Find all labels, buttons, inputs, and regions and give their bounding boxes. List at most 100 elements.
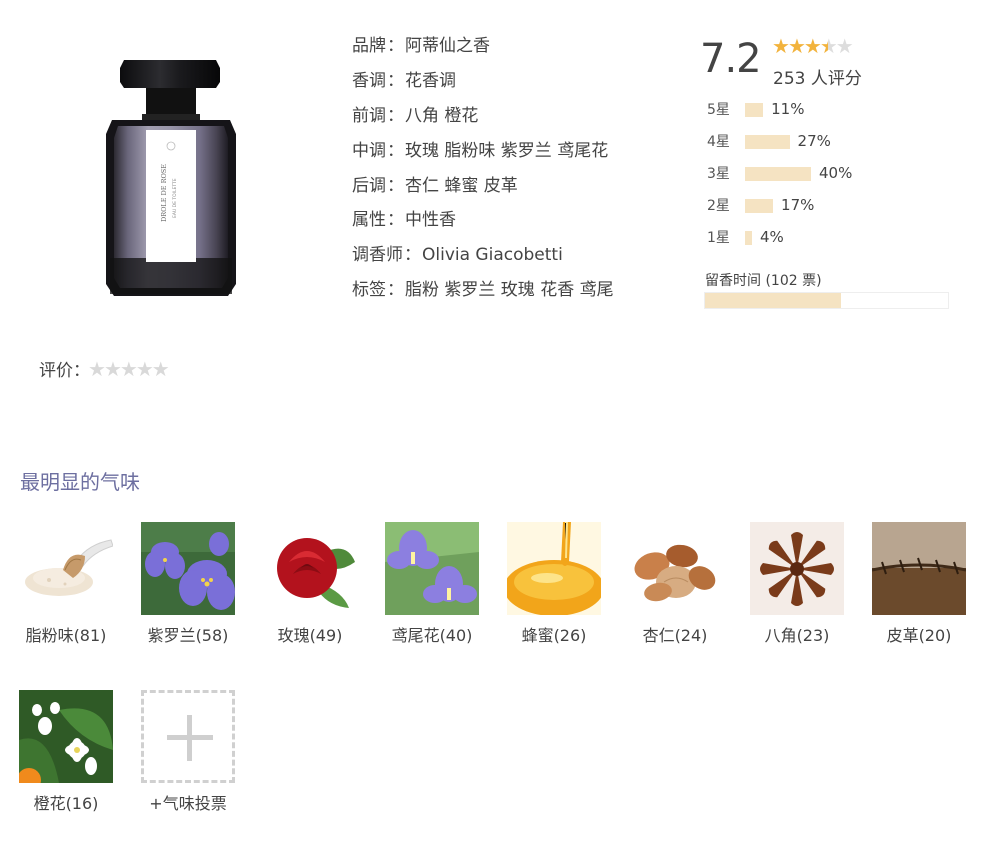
info-row: 品牌：阿蒂仙之香 <box>352 33 614 68</box>
smell-label[interactable]: 玫瑰(49) <box>253 622 367 646</box>
info-key: 香调 <box>352 70 386 91</box>
smell-tile[interactable]: 紫罗兰(58) <box>141 522 235 646</box>
svg-text:DROLE DE ROSE: DROLE DE ROSE <box>160 164 168 222</box>
rating-stars: ★★★★★ <box>772 34 854 58</box>
distribution-row: 5星 11% <box>707 99 947 131</box>
distribution-label: 5星 <box>707 102 730 118</box>
info-value[interactable]: 脂粉 紫罗兰 玫瑰 花香 鸢尾 <box>405 280 614 300</box>
smell-label[interactable]: 杏仁(24) <box>618 622 732 646</box>
longevity-label: 留香时间 (102 票) <box>705 273 822 289</box>
info-key: 标签 <box>352 280 386 301</box>
iris-flower-icon[interactable] <box>385 522 479 615</box>
star-empty-icon[interactable]: ★ <box>152 357 170 381</box>
rating-count: 253 人评分 <box>773 69 862 89</box>
smell-label[interactable]: 鸢尾花(40) <box>375 622 489 646</box>
info-row: 标签：脂粉 紫罗兰 玫瑰 花香 鸢尾 <box>352 277 614 312</box>
smell-tile[interactable]: 橙花(16) <box>19 690 113 814</box>
smell-tile[interactable]: 八角(23) <box>750 522 844 646</box>
distribution-bar <box>745 231 752 245</box>
distribution-bar <box>745 135 790 149</box>
info-row: 属性：中性香 <box>352 207 614 242</box>
info-row: 香调：花香调 <box>352 68 614 103</box>
info-row: 调香师：Olivia Giacobetti <box>352 242 614 277</box>
star-empty-icon: ★ <box>835 34 854 58</box>
leather-icon[interactable] <box>872 522 966 615</box>
distribution-percent: 11% <box>771 100 805 118</box>
distribution-label: 4星 <box>707 134 730 150</box>
distribution-label: 1星 <box>707 230 730 246</box>
smell-tile[interactable]: 杏仁(24) <box>628 522 722 646</box>
smell-vote-button[interactable]: +气味投票 <box>141 690 235 814</box>
info-row: 后调：杏仁 蜂蜜 皮革 <box>352 173 614 208</box>
distribution-bar <box>745 103 764 117</box>
info-value[interactable]: 花香调 <box>405 71 456 91</box>
smell-label[interactable]: 蜂蜜(26) <box>497 622 611 646</box>
user-rating: 评价：★★★★★ <box>39 356 170 381</box>
info-value[interactable]: 八角 橙花 <box>405 106 478 126</box>
distribution-percent: 27% <box>797 132 831 150</box>
info-separator: ： <box>387 105 404 126</box>
info-key: 中调 <box>352 140 386 161</box>
info-row: 前调：八角 橙花 <box>352 103 614 138</box>
info-key: 属性 <box>352 210 386 231</box>
star-empty-icon[interactable]: ★ <box>136 357 154 381</box>
honey-icon[interactable] <box>507 522 601 615</box>
info-value[interactable]: Olivia Giacobetti <box>422 245 563 265</box>
info-key: 后调 <box>352 175 386 196</box>
info-separator: ： <box>387 140 404 161</box>
longevity-bar-fill <box>705 293 842 308</box>
smell-label[interactable]: 八角(23) <box>740 622 854 646</box>
distribution-percent: 17% <box>781 196 815 214</box>
distribution-label: 2星 <box>707 198 730 214</box>
star-anise-icon[interactable] <box>750 522 844 615</box>
distribution-row: 2星 17% <box>707 195 947 227</box>
info-value[interactable]: 杏仁 蜂蜜 皮革 <box>405 176 518 196</box>
smell-tile[interactable]: 蜂蜜(26) <box>507 522 601 646</box>
info-separator: ： <box>387 280 404 301</box>
info-separator: ： <box>387 70 404 91</box>
distribution-bar <box>745 199 774 213</box>
star-icon: ★ <box>772 34 790 58</box>
info-row: 中调：玫瑰 脂粉味 紫罗兰 鸢尾花 <box>352 138 614 173</box>
info-value[interactable]: 玫瑰 脂粉味 紫罗兰 鸢尾花 <box>405 141 608 161</box>
rose-icon[interactable] <box>263 522 357 615</box>
almond-icon[interactable] <box>628 522 722 615</box>
violet-flower-icon[interactable] <box>141 522 235 615</box>
info-value[interactable]: 阿蒂仙之香 <box>405 36 490 56</box>
star-empty-icon[interactable]: ★ <box>88 357 106 381</box>
star-empty-icon[interactable]: ★ <box>104 357 122 381</box>
info-separator: ： <box>387 36 404 56</box>
rating-distribution: 5星 11% 4星 27% 3星 40% 2星 17% 1星 4% <box>707 99 947 259</box>
distribution-row: 3星 40% <box>707 163 947 195</box>
smell-label[interactable]: 皮革(20) <box>862 622 976 646</box>
rating-score: 7.2 <box>700 36 762 82</box>
info-key: 前调 <box>352 105 386 126</box>
svg-text:EAU DE TOILETTE: EAU DE TOILETTE <box>172 178 178 218</box>
smell-label[interactable]: 脂粉味(81) <box>9 622 123 646</box>
star-icon: ★ <box>787 34 806 58</box>
info-key: 调香师 <box>352 245 403 266</box>
distribution-bar <box>745 167 811 181</box>
section-title: 最明显的气味 <box>20 470 140 494</box>
smell-label[interactable]: 紫罗兰(58) <box>131 622 245 646</box>
star-empty-icon[interactable]: ★ <box>120 357 138 381</box>
orange-blossom-icon[interactable] <box>19 690 113 783</box>
smell-tile[interactable]: 鸢尾花(40) <box>385 522 479 646</box>
distribution-row: 1星 4% <box>707 227 947 259</box>
smell-tile[interactable]: 皮革(20) <box>872 522 966 646</box>
plus-icon[interactable] <box>141 690 235 783</box>
smell-tile[interactable]: 脂粉味(81) <box>19 522 113 646</box>
distribution-percent: 40% <box>819 164 853 182</box>
info-separator: ： <box>404 245 421 266</box>
info-key: 品牌 <box>352 36 386 56</box>
info-value[interactable]: 中性香 <box>405 210 456 230</box>
smell-label[interactable]: 橙花(16) <box>9 790 123 814</box>
star-icon: ★ <box>803 34 822 58</box>
vote-label[interactable]: +气味投票 <box>131 790 245 814</box>
perfume-info-list: 品牌：阿蒂仙之香 香调：花香调 前调：八角 橙花 中调：玫瑰 脂粉味 紫罗兰 鸢尾花后… <box>352 33 614 312</box>
user-rating-label: 评价： <box>39 361 90 381</box>
user-rating-stars[interactable]: ★★★★★ <box>88 357 170 381</box>
powder-brush-icon[interactable] <box>19 522 113 615</box>
perfume-bottle-image: DROLE DE ROSE EAU DE TOILETTE <box>104 58 238 298</box>
smell-tile[interactable]: 玫瑰(49) <box>263 522 357 646</box>
